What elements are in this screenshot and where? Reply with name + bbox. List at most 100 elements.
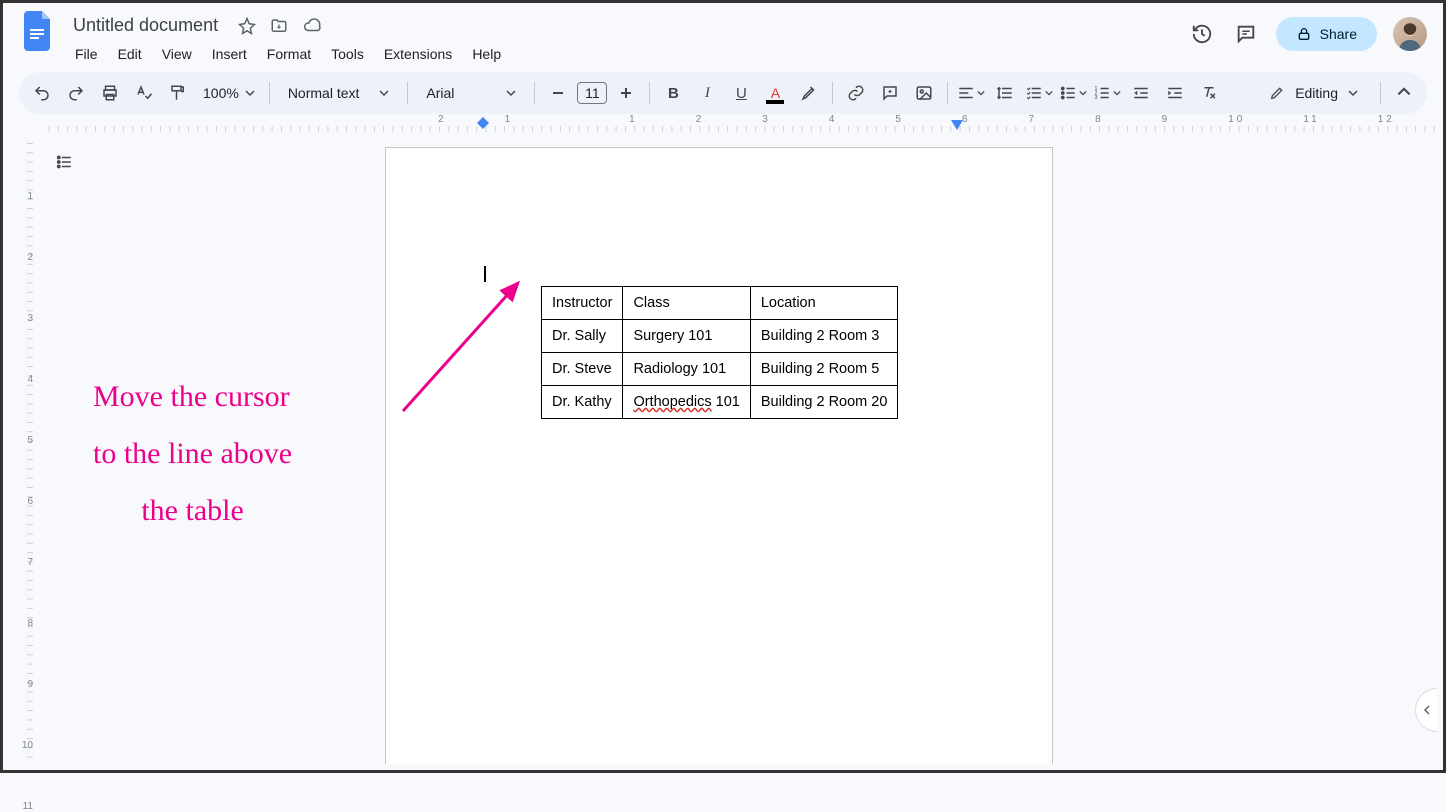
table-row[interactable]: Dr. SteveRadiology 101Building 2 Room 5 <box>542 353 898 386</box>
mode-label: Editing <box>1295 85 1338 101</box>
collapse-toolbar-button[interactable] <box>1389 79 1419 107</box>
undo-button[interactable] <box>27 79 57 107</box>
table-cell[interactable]: Dr. Steve <box>542 353 623 386</box>
menu-help[interactable]: Help <box>464 42 509 66</box>
document-table[interactable]: InstructorClassLocationDr. SallySurgery … <box>541 286 898 419</box>
horizontal-ruler[interactable]: 21123456789101112131415 <box>43 114 1443 132</box>
ruler-tick: 10 <box>1228 114 1245 125</box>
table-cell[interactable]: Surgery 101 <box>623 320 750 353</box>
font-value: Arial <box>426 85 454 101</box>
ruler-tick: 5 <box>27 435 33 446</box>
cloud-saved-icon[interactable] <box>302 17 322 35</box>
table-row[interactable]: InstructorClassLocation <box>542 287 898 320</box>
clear-formatting-button[interactable] <box>1194 79 1224 107</box>
history-icon[interactable] <box>1188 20 1216 48</box>
account-avatar[interactable] <box>1393 17 1427 51</box>
ruler-tick: 10 <box>22 740 33 751</box>
insert-link-button[interactable] <box>841 79 871 107</box>
decrease-indent-button[interactable] <box>1126 79 1156 107</box>
star-icon[interactable] <box>238 17 256 35</box>
bullet-list-button[interactable] <box>1058 79 1088 107</box>
table-cell[interactable]: Dr. Kathy <box>542 386 623 419</box>
table-cell[interactable]: Radiology 101 <box>623 353 750 386</box>
font-family-dropdown[interactable]: Arial <box>416 85 526 101</box>
decrease-font-size-button[interactable] <box>543 79 573 107</box>
ruler-tick: 6 <box>962 114 971 125</box>
line-spacing-button[interactable] <box>990 79 1020 107</box>
comments-icon[interactable] <box>1232 20 1260 48</box>
ruler-tick: 11 <box>23 801 33 812</box>
docs-logo[interactable] <box>19 11 59 51</box>
ruler-tick: 9 <box>27 679 33 690</box>
ruler-tick: 2 <box>438 114 447 125</box>
style-value: Normal text <box>288 85 360 101</box>
table-cell[interactable]: Orthopedics 101 <box>623 386 750 419</box>
menu-insert[interactable]: Insert <box>204 42 255 66</box>
menu-edit[interactable]: Edit <box>110 42 150 66</box>
menu-file[interactable]: File <box>67 42 106 66</box>
font-size-input[interactable] <box>577 82 607 104</box>
table-cell[interactable]: Instructor <box>542 287 623 320</box>
table-cell[interactable]: Building 2 Room 5 <box>750 353 898 386</box>
increase-indent-button[interactable] <box>1160 79 1190 107</box>
ruler-tick: 6 <box>27 496 33 507</box>
align-dropdown[interactable] <box>956 79 986 107</box>
zoom-dropdown[interactable]: 100% <box>197 85 261 101</box>
table-row[interactable]: Dr. KathyOrthopedics 101Building 2 Room … <box>542 386 898 419</box>
annotation-line3: the table <box>93 482 292 539</box>
menu-format[interactable]: Format <box>259 42 319 66</box>
document-page[interactable]: InstructorClassLocationDr. SallySurgery … <box>385 147 1053 764</box>
text-cursor <box>484 266 486 282</box>
share-button[interactable]: Share <box>1276 17 1377 51</box>
ruler-tick: 8 <box>27 618 33 629</box>
indent-marker-left-icon[interactable] <box>477 117 489 129</box>
italic-button[interactable]: I <box>692 79 722 107</box>
ruler-tick: 1 <box>505 114 514 125</box>
underline-button[interactable]: U <box>726 79 756 107</box>
checklist-button[interactable] <box>1024 79 1054 107</box>
chevron-down-icon <box>506 88 516 98</box>
table-row[interactable]: Dr. SallySurgery 101Building 2 Room 3 <box>542 320 898 353</box>
show-side-panel-button[interactable] <box>1415 688 1437 732</box>
vertical-ruler[interactable]: 1234567891011 <box>9 143 33 764</box>
text-color-button[interactable]: A <box>760 79 790 107</box>
show-outline-button[interactable] <box>51 151 77 173</box>
chevron-down-icon <box>245 88 255 98</box>
move-folder-icon[interactable] <box>270 17 288 35</box>
insert-comment-button[interactable] <box>875 79 905 107</box>
menu-tools[interactable]: Tools <box>323 42 372 66</box>
lock-icon <box>1296 26 1312 42</box>
insert-image-button[interactable] <box>909 79 939 107</box>
indent-marker-right-icon[interactable] <box>951 120 963 130</box>
table-cell[interactable]: Building 2 Room 3 <box>750 320 898 353</box>
editing-mode-dropdown[interactable]: Editing <box>1255 79 1372 107</box>
ruler-tick: 3 <box>762 114 771 125</box>
spellcheck-button[interactable] <box>129 79 159 107</box>
table-cell[interactable]: Building 2 Room 20 <box>750 386 898 419</box>
menu-extensions[interactable]: Extensions <box>376 42 460 66</box>
bold-button[interactable]: B <box>658 79 688 107</box>
redo-button[interactable] <box>61 79 91 107</box>
ruler-tick: 2 <box>696 114 705 125</box>
paragraph-style-dropdown[interactable]: Normal text <box>278 85 400 101</box>
chevron-down-icon <box>379 88 389 98</box>
ruler-tick: 9 <box>1162 114 1171 125</box>
doc-title[interactable]: Untitled document <box>67 13 224 38</box>
print-button[interactable] <box>95 79 125 107</box>
pencil-icon <box>1269 85 1285 101</box>
ruler-tick: 7 <box>1029 114 1038 125</box>
table-cell[interactable]: Location <box>750 287 898 320</box>
annotation-line1: Move the cursor <box>93 368 292 425</box>
ruler-tick: 7 <box>27 557 33 568</box>
zoom-value: 100% <box>203 85 239 101</box>
numbered-list-button[interactable]: 123 <box>1092 79 1122 107</box>
menu-view[interactable]: View <box>154 42 200 66</box>
paint-format-button[interactable] <box>163 79 193 107</box>
highlight-color-button[interactable] <box>794 79 824 107</box>
increase-font-size-button[interactable] <box>611 79 641 107</box>
table-cell[interactable]: Dr. Sally <box>542 320 623 353</box>
ruler-tick: 4 <box>829 114 838 125</box>
share-label: Share <box>1320 26 1357 42</box>
ruler-tick: 11 <box>1303 114 1319 125</box>
table-cell[interactable]: Class <box>623 287 750 320</box>
